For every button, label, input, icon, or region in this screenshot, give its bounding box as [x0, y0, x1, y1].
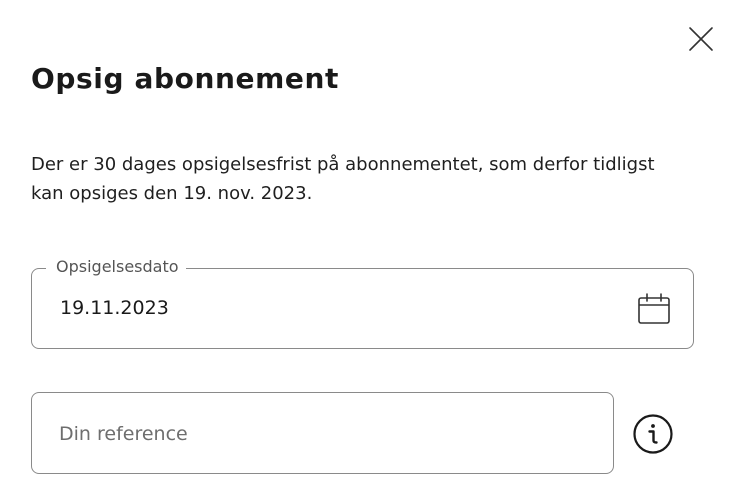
notice-text: Der er 30 dages opsigelsesfrist på abonn…	[31, 154, 655, 204]
close-button[interactable]	[686, 24, 716, 54]
cancel-subscription-dialog: Opsig abonnement Der er 30 dages opsigel…	[0, 0, 743, 500]
termination-date-label: Opsigelsesdato	[46, 257, 186, 277]
info-button[interactable]	[631, 412, 675, 456]
reference-field[interactable]	[31, 392, 614, 474]
calendar-icon	[638, 293, 670, 324]
dialog-title: Opsig abonnement	[31, 62, 340, 95]
reference-input[interactable]	[59, 421, 579, 447]
termination-date-field[interactable]: Opsigelsesdato	[31, 257, 694, 349]
info-icon	[633, 414, 673, 454]
close-icon	[689, 27, 713, 51]
calendar-button[interactable]	[636, 291, 672, 327]
termination-date-input[interactable]	[60, 296, 620, 320]
